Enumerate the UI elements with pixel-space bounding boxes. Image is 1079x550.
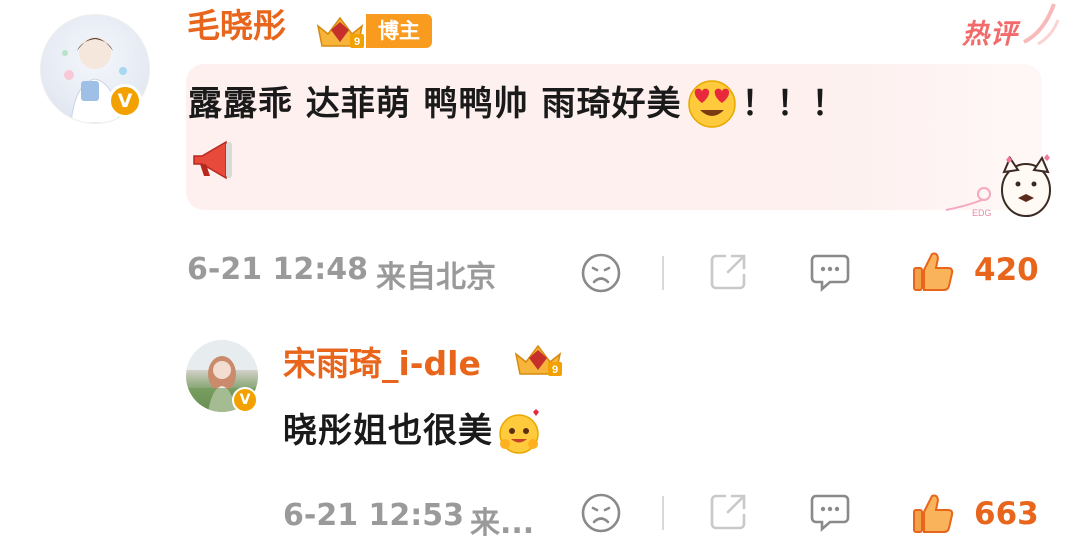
share-icon[interactable] bbox=[706, 250, 750, 294]
reply-verified-badge-letter: V bbox=[239, 392, 251, 408]
verified-badge-letter: V bbox=[117, 90, 133, 112]
reply-sad-face-icon[interactable] bbox=[580, 492, 622, 534]
reply-text: 晓彤姐也很美 bbox=[283, 411, 493, 451]
svg-text:9: 9 bbox=[354, 36, 360, 48]
thumbs-up-icon[interactable] bbox=[910, 248, 956, 294]
comment-username[interactable]: 毛晓彤 bbox=[187, 6, 286, 46]
verified-badge-icon: V bbox=[108, 84, 142, 118]
reply-date: 6-21 12:53 bbox=[283, 498, 465, 533]
sticker-label: EDG bbox=[972, 208, 992, 218]
comment-text: 露露乖 达菲萌 鸭鸭帅 雨琦好美 bbox=[188, 84, 682, 124]
sad-face-icon[interactable] bbox=[580, 252, 622, 294]
reply-share-icon[interactable] bbox=[706, 490, 750, 534]
action-divider bbox=[662, 256, 664, 290]
comment-date: 6-21 12:48 bbox=[187, 252, 369, 287]
reply-comment-icon[interactable] bbox=[808, 490, 852, 534]
reply-location: 来... bbox=[470, 506, 535, 541]
reply-like-count[interactable]: 663 bbox=[974, 496, 1039, 532]
reply-verified-badge-icon: V bbox=[232, 387, 258, 413]
blogger-badge-label: 博主 bbox=[366, 14, 432, 48]
svg-text:9: 9 bbox=[552, 364, 558, 376]
reply-thumbs-up-icon[interactable] bbox=[910, 490, 956, 536]
hug-emoji-icon bbox=[499, 409, 539, 454]
heart-eyes-emoji-icon bbox=[687, 80, 736, 128]
reply-username[interactable]: 宋雨琦_i-dle bbox=[283, 344, 481, 384]
reply-crown-level-icon: 9 bbox=[514, 344, 562, 376]
hot-tag-swoosh-icon bbox=[1023, 3, 1060, 46]
hot-comment-tag: 热评 bbox=[962, 19, 1018, 50]
comment-exclaim: ！！！ bbox=[741, 84, 847, 124]
megaphone-icon bbox=[193, 140, 232, 180]
crown-level-icon: 9 bbox=[316, 16, 364, 48]
reply-text-line: 晓彤姐也很美 bbox=[283, 406, 545, 456]
comment-icon[interactable] bbox=[808, 250, 852, 294]
reply-action-divider bbox=[662, 496, 664, 530]
comment-location: 来自北京 bbox=[376, 260, 496, 295]
dog-sticker-decoration bbox=[945, 154, 1051, 217]
comment-text-line: 露露乖 达菲萌 鸭鸭帅 雨琦好美 ！！！ bbox=[188, 78, 847, 130]
blogger-badge: 9 博主 bbox=[314, 12, 432, 50]
comment-like-count[interactable]: 420 bbox=[974, 252, 1039, 288]
